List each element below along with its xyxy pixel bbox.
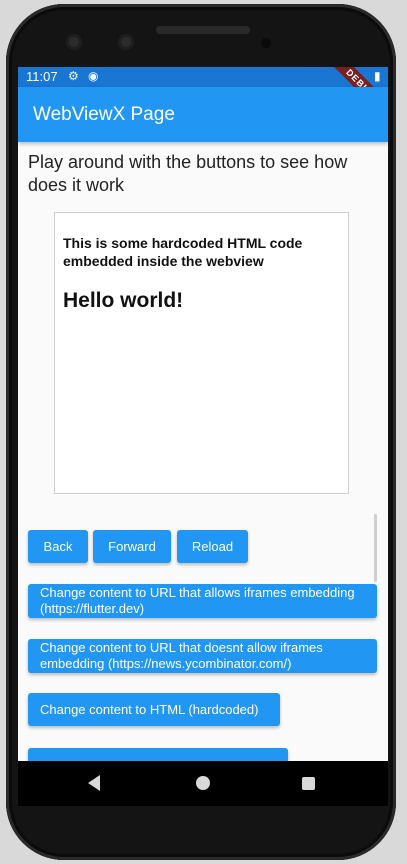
proximity-sensor xyxy=(261,38,271,48)
forward-button[interactable]: Forward xyxy=(93,530,171,563)
change-to-hackernews-url-button[interactable]: Change content to URL that doesnt allow … xyxy=(28,639,377,673)
sync-icon: ◉ xyxy=(88,69,99,83)
nav-recents-icon[interactable] xyxy=(302,777,315,790)
sensor-icon xyxy=(118,34,134,50)
change-to-flutter-url-button[interactable]: Change content to URL that allows iframe… xyxy=(28,584,377,618)
back-button[interactable]: Back xyxy=(28,530,88,563)
app-bar: WebViewX Page xyxy=(18,87,388,142)
webview-paragraph: This is some hardcoded HTML code embedde… xyxy=(63,235,303,269)
front-camera-icon xyxy=(66,34,82,50)
reload-button[interactable]: Reload xyxy=(177,530,248,563)
nav-home-icon[interactable] xyxy=(196,776,210,790)
system-nav-bar xyxy=(18,761,388,806)
battery-icon: ▮ xyxy=(374,69,381,83)
change-to-html-button[interactable]: Change content to HTML (hardcoded) xyxy=(28,693,280,726)
webview-frame[interactable]: This is some hardcoded HTML code embedde… xyxy=(54,212,349,494)
status-time: 11:07 xyxy=(26,69,58,84)
earpiece-speaker xyxy=(156,26,250,34)
nav-back-icon[interactable] xyxy=(88,775,100,791)
scrollbar[interactable] xyxy=(374,514,377,582)
settings-icon: ⚙ xyxy=(68,69,79,83)
status-bar: 11:07 ⚙ ◉ ▾ ▮ DEBUG xyxy=(18,67,388,121)
webview-heading: Hello world! xyxy=(63,289,184,312)
app-bar-title: WebViewX Page xyxy=(33,104,175,125)
intro-text: Play around with the buttons to see how … xyxy=(28,152,348,195)
app-screen: 11:07 ⚙ ◉ ▾ ▮ DEBUG WebViewX Page Play a… xyxy=(18,67,388,806)
